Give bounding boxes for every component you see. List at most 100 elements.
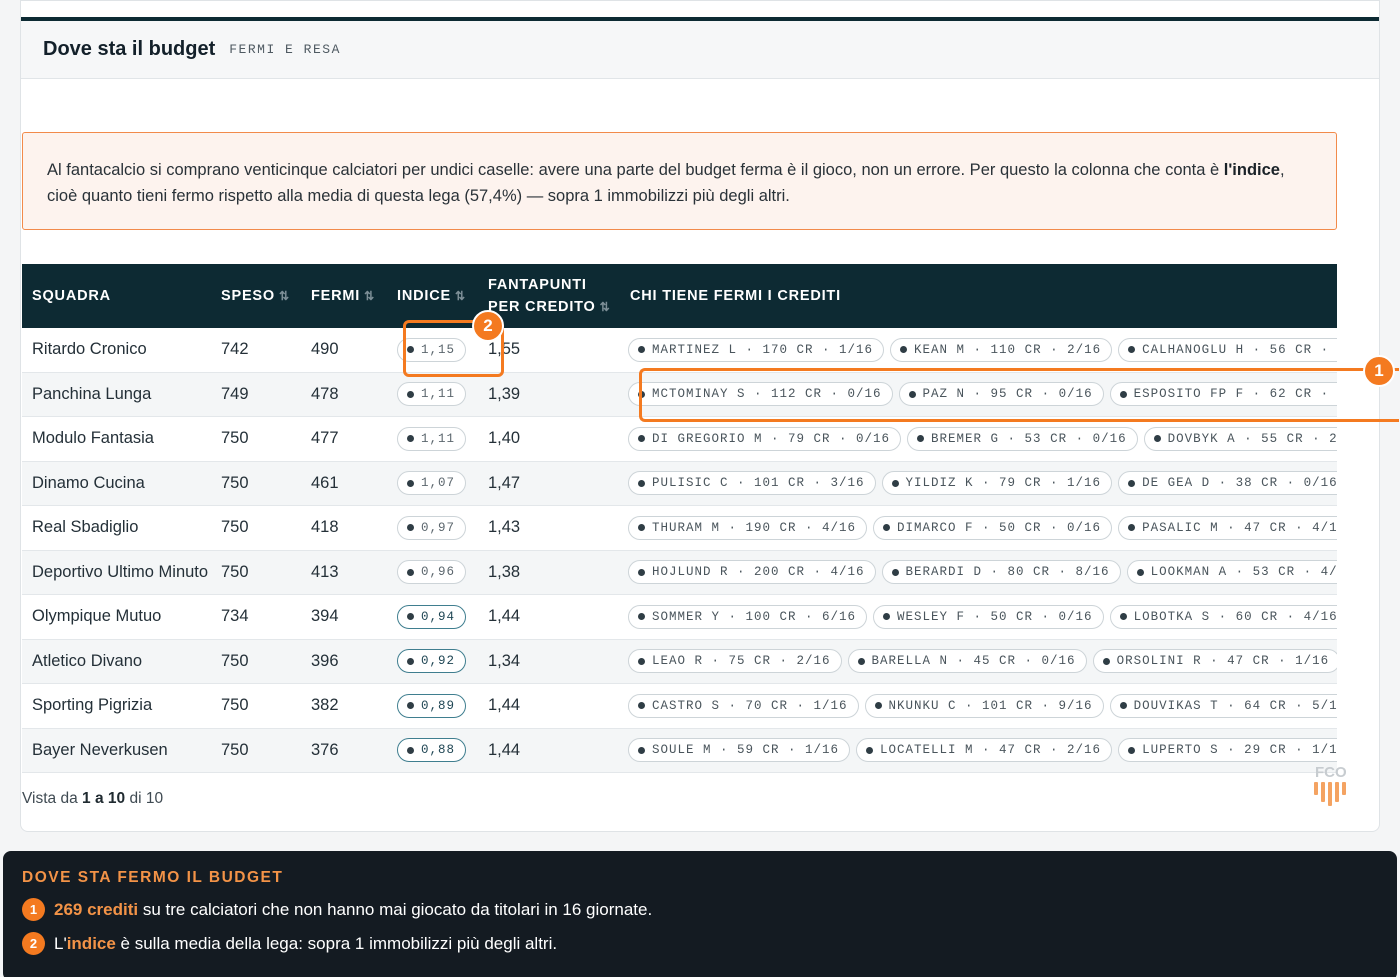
player-chip[interactable]: ORSOLINI R · 47 CR · 1/16 [1092,649,1337,674]
dot-icon [638,435,645,443]
dot-icon [1128,746,1136,754]
player-chip[interactable]: BREMER G · 53 CR · 0/16 [907,426,1138,451]
player-chip[interactable]: THURAM M · 190 CR · 4/16 [628,515,868,540]
fco-logo-text: FCO [1315,764,1347,781]
dot-icon [1128,479,1136,487]
cell-squadra: Bayer Neverkusen [32,740,168,759]
player-chip-label: SOMMER Y · 100 CR · 6/16 [652,609,857,624]
indice-value: 0,96 [421,565,456,580]
fco-logo: FCO [1312,762,1352,815]
sort-icon[interactable]: ⇅ [279,289,290,303]
player-chip-label: KEAN M · 110 CR · 2/16 [914,342,1102,357]
player-chip[interactable]: BARELLA N · 45 CR · 0/16 [847,649,1087,674]
table-row: Dinamo Cucina 750 461 1,07 1,47 PULISIC C · 1… [22,461,1337,506]
player-chip[interactable]: NKUNKU C · 101 CR · 9/16 [864,693,1104,718]
cell-players: DI GREGORIO M · 79 CR · 0/16 BREMER G · 5… [624,426,1337,451]
player-chip[interactable]: DOVBYK A · 55 CR · 2/16 [1143,426,1337,451]
player-chip-label: BERARDI D · 80 CR · 8/16 [905,565,1110,580]
cell-indice: 0,89 [388,693,478,718]
player-chip-label: CASTRO S · 70 CR · 1/16 [652,698,848,713]
cell-fermi: 413 [311,562,339,581]
cell-speso: 750 [221,429,249,448]
cell-fantapunti: 1,43 [488,518,521,537]
player-chip[interactable]: CALHANOGLU H · 56 CR · 2/16 [1118,337,1337,362]
indice-value: 0,92 [421,654,456,669]
player-chip[interactable]: HOJLUND R · 200 CR · 4/16 [628,560,876,585]
player-chip[interactable]: PULISIC C · 101 CR · 3/16 [628,471,876,496]
col-indice[interactable]: INDICE ⇅ [388,288,478,304]
cell-fantapunti: 1,44 [488,607,521,626]
col-speso[interactable]: SPESO ⇅ [212,288,302,304]
cell-indice: 0,96 [388,560,478,585]
pagination-info: Vista da 1 a 10 di 10 [22,790,163,808]
indice-badge: 0,88 [397,738,467,763]
sort-icon[interactable]: ⇅ [600,300,611,314]
player-chip[interactable]: LOBOTKA S · 60 CR · 4/16 [1109,604,1337,629]
col-speso-label: SPESO [221,288,275,304]
cell-squadra: Olympique Mutuo [32,607,162,626]
dot-icon [407,479,414,487]
indice-badge: 0,92 [397,649,467,674]
dot-icon [1136,568,1144,576]
player-chip[interactable]: SOULE M · 59 CR · 1/16 [628,738,851,763]
player-chip[interactable]: LOOKMAN A · 53 CR · 4/16 [1126,560,1337,585]
player-chip-label: LOOKMAN A · 53 CR · 4/16 [1150,565,1337,580]
player-chip[interactable]: LUPERTO S · 29 CR · 1/16 [1118,738,1337,763]
table-row: Bayer Neverkusen 750 376 0,88 1,44 SOULE M · … [22,728,1337,773]
cell-fantapunti: 1,40 [488,429,521,448]
dot-icon [407,435,414,443]
dot-icon [638,524,645,532]
player-chip[interactable]: WESLEY F · 50 CR · 0/16 [873,604,1104,629]
indice-badge: 0,97 [397,515,467,540]
card-header: Dove sta il budget FERMI E RESA [21,21,1379,79]
cell-fermi: 418 [311,518,339,537]
dot-icon [891,568,899,576]
player-chip[interactable]: LEAO R · 75 CR · 2/16 [628,649,842,674]
player-chip-label: LUPERTO S · 29 CR · 1/16 [1142,743,1337,758]
player-chip[interactable]: KEAN M · 110 CR · 2/16 [890,337,1113,362]
player-chip[interactable]: BERARDI D · 80 CR · 8/16 [881,560,1121,585]
sort-icon[interactable]: ⇅ [364,289,375,303]
player-chip-label: DE GEA D · 38 CR · 0/16 [1142,476,1337,491]
player-chip[interactable]: PASALIC M · 47 CR · 4/16 [1118,515,1337,540]
cell-players: MARTINEZ L · 170 CR · 1/16 KEAN M · 110 C… [624,337,1337,362]
cell-fermi: 490 [311,340,339,359]
cell-indice: 1,07 [388,471,478,496]
col-fantapunti[interactable]: FANTAPUNTI PER CREDITO ⇅ [478,274,624,318]
player-chip[interactable]: MARTINEZ L · 170 CR · 1/16 [628,337,885,362]
sort-icon[interactable]: ⇅ [455,289,466,303]
table-header: SQUADRA SPESO ⇅ FERMI ⇅ INDICE ⇅ FANTAPUNTI… [22,264,1337,328]
player-chip[interactable]: DIMARCO F · 50 CR · 0/16 [873,515,1113,540]
cell-fantapunti: 1,39 [488,384,521,403]
cell-fermi: 376 [311,740,339,759]
fco-logo-icon: FCO [1314,764,1347,806]
player-chip[interactable]: DOUVIKAS T · 64 CR · 5/16 [1109,693,1337,718]
player-chip[interactable]: LOCATELLI M · 47 CR · 2/16 [856,738,1113,763]
dot-icon [874,702,882,710]
dot-icon [857,657,865,665]
dot-icon [407,390,414,398]
player-chip[interactable]: DE GEA D · 38 CR · 0/16 [1118,471,1337,496]
dot-icon [638,346,645,354]
player-chip[interactable]: SOMMER Y · 100 CR · 6/16 [628,604,868,629]
player-chip-label: BREMER G · 53 CR · 0/16 [931,431,1127,446]
player-chip[interactable]: YILDIZ K · 79 CR · 1/16 [881,471,1113,496]
col-fermi[interactable]: FERMI ⇅ [302,288,388,304]
col-chi-label: CHI TIENE FERMI I CREDITI [630,288,841,304]
player-chip[interactable]: CASTRO S · 70 CR · 1/16 [628,693,859,718]
dot-icon [1153,435,1161,443]
table-row: Olympique Mutuo 734 394 0,94 1,44 SOMMER Y · … [22,595,1337,640]
cell-squadra: Atletico Divano [32,651,143,670]
col-squadra: SQUADRA [22,288,212,304]
cell-indice: 1,11 [388,426,478,451]
player-chip-label: HOJLUND R · 200 CR · 4/16 [652,565,865,580]
player-chip-label: DOVBYK A · 55 CR · 2/16 [1167,431,1337,446]
dot-icon [1119,613,1127,621]
player-chip-label: DIMARCO F · 50 CR · 0/16 [897,520,1102,535]
indice-badge: 0,94 [397,604,467,629]
indice-value: 0,88 [421,743,456,758]
player-chip[interactable]: DI GREGORIO M · 79 CR · 0/16 [628,426,902,451]
table-row: Atletico Divano 750 396 0,92 1,34 LEAO R · 75… [22,639,1337,684]
cell-fermi: 477 [311,429,339,448]
cell-speso: 750 [221,562,249,581]
